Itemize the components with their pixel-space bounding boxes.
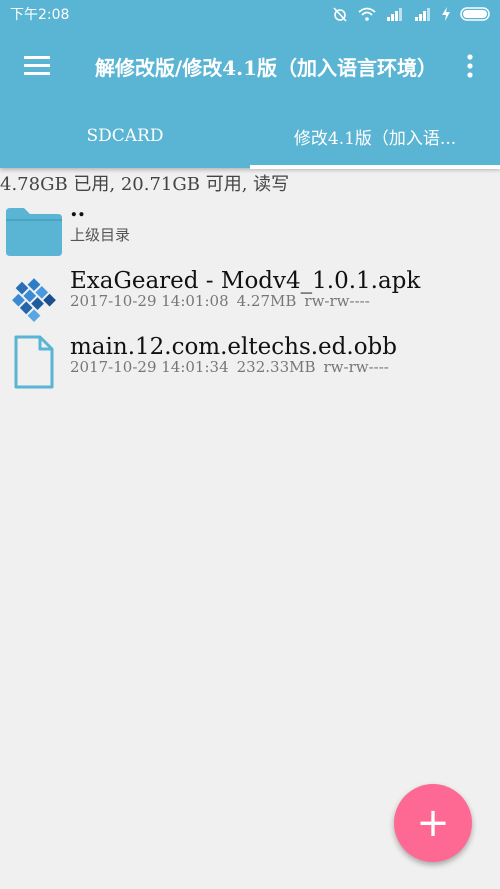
status-bar: 下午2:08 [0, 0, 500, 28]
list-item-obb[interactable]: main.12.com.eltechs.ed.obb 2017-10-29 14… [0, 328, 500, 394]
apk-app-icon [12, 278, 56, 323]
file-list: .. 上级目录 ExaGeared - Modv4_1.0.1.apk 2017… [0, 196, 500, 394]
battery-icon [460, 7, 490, 21]
tab-sdcard[interactable]: SDCARD [0, 104, 250, 168]
hamburger-menu-icon[interactable] [18, 50, 58, 82]
wifi-icon [358, 7, 376, 21]
list-item-parent-directory[interactable]: .. 上级目录 [0, 196, 500, 262]
alarm-off-icon [333, 7, 347, 22]
app-bar: 下午2:08 解修改版/修改4.1版（加入语言环境） SDCARD 修改4.1版… [0, 0, 500, 169]
list-item-apk[interactable]: ExaGeared - Modv4_1.0.1.apk 2017-10-29 1… [0, 262, 500, 328]
tab-bar: SDCARD 修改4.1版（加入语... [0, 104, 500, 168]
file-name: main.12.com.eltechs.ed.obb [70, 334, 397, 360]
more-vert-icon[interactable] [460, 50, 480, 82]
status-icons [332, 6, 492, 22]
file-size: 4.27MB [236, 292, 297, 310]
add-icon: + [416, 800, 450, 846]
storage-info: 4.78GB 已用, 20.71GB 可用, 读写 [0, 174, 290, 195]
signal-icon [387, 8, 402, 21]
folder-icon [6, 208, 62, 256]
page-title: 解修改版/修改4.1版（加入语言环境） [94, 56, 438, 80]
tab-label: 修改4.1版（加入语... [293, 128, 457, 149]
file-icon [14, 335, 54, 389]
file-permissions: rw-rw---- [323, 358, 389, 376]
file-name: .. [70, 196, 86, 222]
signal-icon-2 [415, 8, 430, 21]
file-name: ExaGeared - Modv4_1.0.1.apk [70, 268, 421, 294]
file-meta: 2017-10-29 14:01:34 232.33MB rw-rw---- [70, 358, 397, 376]
tab-current-folder[interactable]: 修改4.1版（加入语... [250, 104, 500, 168]
status-time: 下午2:08 [10, 7, 70, 23]
file-subtitle: 上级目录 [70, 226, 131, 244]
tab-label: SDCARD [86, 126, 164, 146]
file-permissions: rw-rw---- [304, 292, 370, 310]
file-meta: 2017-10-29 14:01:08 4.27MB rw-rw---- [70, 292, 378, 310]
toolbar: 解修改版/修改4.1版（加入语言环境） [0, 28, 500, 104]
file-date: 2017-10-29 14:01:08 [70, 292, 229, 310]
file-size: 232.33MB [236, 358, 316, 376]
charging-icon [442, 7, 450, 21]
add-button[interactable]: + [394, 784, 472, 862]
file-date: 2017-10-29 14:01:34 [70, 358, 229, 376]
tab-indicator [250, 165, 500, 169]
